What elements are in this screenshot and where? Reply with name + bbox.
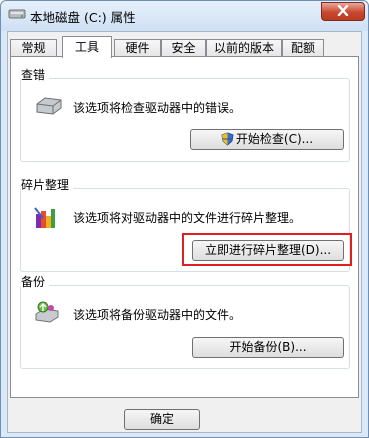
tools-panel: 查错 该选项将检查驱动器中的错误。 开始检查(C)... 碎片整理 该选项将对驱… [10,56,359,398]
backup-description: 该选项将备份驱动器中的文件。 [73,308,242,322]
close-icon [337,4,349,19]
hard-drive-icon [35,95,63,120]
defrag-title: 碎片整理 [21,176,74,193]
dialog-client-area: 常规 工具 硬件 安全 以前的版本 配额 查错 该选项将检查驱动器中的错误。 开… [7,31,362,433]
backup-group: 备份 该选项将备份驱动器中的文件。 开始备份(B)... [20,273,350,369]
close-button[interactable] [321,2,365,21]
start-backup-button[interactable]: 开始备份(B)... [192,337,344,358]
uac-shield-icon [221,132,234,152]
start-check-label: 开始检查(C)... [235,132,314,146]
backup-title: 备份 [21,273,50,290]
highlight-box [182,233,352,266]
error-check-title: 查错 [21,66,50,83]
window-title: 本地磁盘 (C:) 属性 [30,10,136,25]
defrag-description: 该选项将对驱动器中的文件进行碎片整理。 [73,211,302,225]
drive-icon [8,7,26,21]
error-check-description: 该选项将检查驱动器中的错误。 [73,101,242,115]
backup-icon [34,300,60,329]
defrag-icon [33,206,57,235]
properties-window: 本地磁盘 (C:) 属性 常规 工具 硬件 安全 以前的版本 配额 查错 该选项… [0,0,369,438]
tab-strip: 常规 工具 硬件 安全 以前的版本 配额 [10,36,360,58]
error-check-group: 查错 该选项将检查驱动器中的错误。 开始检查(C)... [20,66,350,162]
title-bar[interactable]: 本地磁盘 (C:) 属性 [1,1,368,31]
ok-button[interactable]: 确定 [124,409,200,430]
tab-tools[interactable]: 工具 [62,36,112,58]
defrag-group: 碎片整理 该选项将对驱动器中的文件进行碎片整理。 立即进行碎片整理(D)... [20,176,352,272]
start-check-button[interactable]: 开始检查(C)... [190,129,344,150]
